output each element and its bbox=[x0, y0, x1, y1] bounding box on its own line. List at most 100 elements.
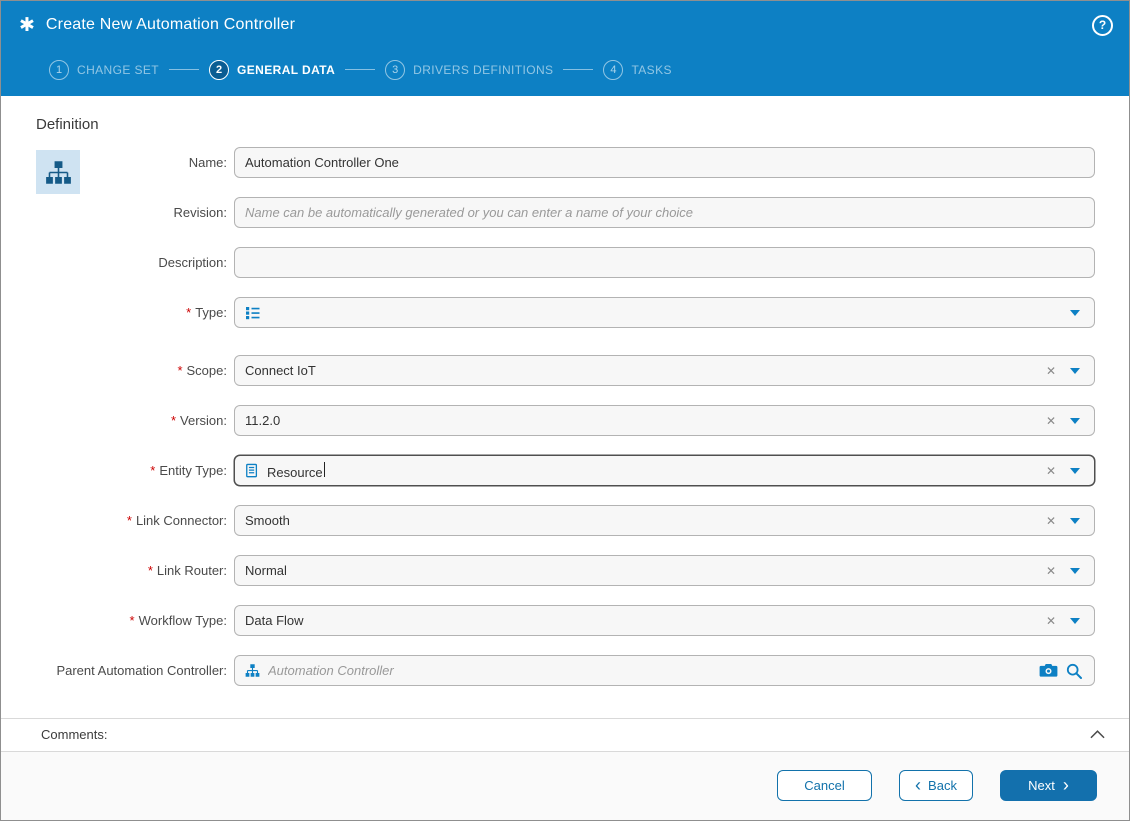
clear-icon[interactable]: ✕ bbox=[1040, 514, 1062, 528]
clear-icon[interactable]: ✕ bbox=[1040, 364, 1062, 378]
chevron-down-icon[interactable] bbox=[1070, 568, 1080, 574]
cancel-button[interactable]: Cancel bbox=[777, 770, 872, 801]
chevron-down-icon[interactable] bbox=[1070, 368, 1080, 374]
automation-controller-icon bbox=[36, 150, 80, 194]
required-marker: * bbox=[148, 563, 153, 578]
workflow-type-label: *Workflow Type: bbox=[36, 613, 227, 628]
general-data-panel: Definition Name: Revision: bbox=[1, 96, 1129, 718]
list-icon bbox=[245, 305, 261, 321]
chevron-down-icon[interactable] bbox=[1070, 618, 1080, 624]
chevron-down-icon[interactable] bbox=[1070, 468, 1080, 474]
clear-icon[interactable]: ✕ bbox=[1040, 464, 1062, 478]
step-connector bbox=[563, 69, 593, 70]
chevron-down-icon[interactable] bbox=[1070, 518, 1080, 524]
next-button[interactable]: Next › bbox=[1000, 770, 1097, 801]
link-connector-combobox[interactable]: Smooth ✕ bbox=[234, 505, 1095, 536]
form-row-workflow-type: *Workflow Type: Data Flow ✕ bbox=[36, 605, 1095, 636]
definition-form: Name: Revision: Description: *Type: bbox=[36, 147, 1095, 686]
required-marker: * bbox=[130, 613, 135, 628]
description-input[interactable] bbox=[234, 247, 1095, 278]
parent-automation-controller-label: Parent Automation Controller: bbox=[36, 663, 227, 678]
comments-header[interactable]: Comments: bbox=[1, 718, 1129, 752]
step-connector bbox=[345, 69, 375, 70]
back-button[interactable]: ‹ Back bbox=[899, 770, 973, 801]
form-row-type: *Type: bbox=[36, 297, 1095, 328]
page-title: Create New Automation Controller bbox=[46, 16, 1092, 34]
link-router-value: Normal bbox=[245, 563, 1032, 578]
link-connector-label: *Link Connector: bbox=[36, 513, 227, 528]
clear-icon[interactable]: ✕ bbox=[1040, 564, 1062, 578]
document-icon bbox=[245, 463, 259, 479]
form-row-entity-type: *Entity Type: Resource ✕ bbox=[36, 455, 1095, 486]
wizard-steps: 1 CHANGE SET 2 GENERAL DATA 3 DRIVERS DE… bbox=[1, 49, 1129, 96]
clear-icon[interactable]: ✕ bbox=[1040, 614, 1062, 628]
camera-icon[interactable] bbox=[1039, 663, 1058, 678]
revision-label: Revision: bbox=[36, 205, 227, 220]
form-row-link-router: *Link Router: Normal ✕ bbox=[36, 555, 1095, 586]
required-marker: * bbox=[171, 413, 176, 428]
text-cursor bbox=[324, 462, 325, 477]
form-row-revision: Revision: bbox=[36, 197, 1095, 228]
form-row-link-connector: *Link Connector: Smooth ✕ bbox=[36, 505, 1095, 536]
description-label: Description: bbox=[36, 255, 227, 270]
comments-label: Comments: bbox=[41, 727, 1090, 742]
step-connector bbox=[169, 69, 199, 70]
name-input[interactable] bbox=[234, 147, 1095, 178]
workflow-type-combobox[interactable]: Data Flow ✕ bbox=[234, 605, 1095, 636]
section-title: Definition bbox=[36, 116, 1095, 133]
type-label: *Type: bbox=[36, 305, 227, 320]
scope-value: Connect IoT bbox=[245, 363, 1032, 378]
step-drivers-definitions[interactable]: 3 DRIVERS DEFINITIONS bbox=[385, 60, 553, 80]
footer-bar: Cancel ‹ Back Next › bbox=[1, 752, 1129, 821]
version-combobox[interactable]: 11.2.0 ✕ bbox=[234, 405, 1095, 436]
scope-combobox[interactable]: Connect IoT ✕ bbox=[234, 355, 1095, 386]
search-icon[interactable] bbox=[1066, 663, 1082, 679]
next-button-label: Next bbox=[1028, 778, 1055, 793]
form-row-version: *Version: 11.2.0 ✕ bbox=[36, 405, 1095, 436]
step-number: 1 bbox=[49, 60, 69, 80]
required-marker: * bbox=[177, 363, 182, 378]
back-button-label: Back bbox=[928, 778, 957, 793]
sitemap-icon bbox=[245, 663, 260, 678]
version-value: 11.2.0 bbox=[245, 413, 1032, 428]
step-number: 4 bbox=[603, 60, 623, 80]
create-automation-controller-window: ✱ Create New Automation Controller ? 1 C… bbox=[0, 0, 1130, 821]
chevron-right-icon: › bbox=[1063, 776, 1069, 794]
step-label: TASKS bbox=[631, 63, 671, 77]
scope-label: *Scope: bbox=[36, 363, 227, 378]
asterisk-icon: ✱ bbox=[19, 16, 35, 35]
step-label: DRIVERS DEFINITIONS bbox=[413, 63, 553, 77]
workflow-type-value: Data Flow bbox=[245, 613, 1032, 628]
sitemap-icon bbox=[45, 159, 72, 186]
chevron-down-icon[interactable] bbox=[1070, 310, 1080, 316]
step-number: 2 bbox=[209, 60, 229, 80]
link-router-label: *Link Router: bbox=[36, 563, 227, 578]
chevron-left-icon: ‹ bbox=[915, 776, 921, 794]
chevron-up-icon[interactable] bbox=[1090, 730, 1105, 739]
step-change-set[interactable]: 1 CHANGE SET bbox=[49, 60, 159, 80]
version-label: *Version: bbox=[36, 413, 227, 428]
entity-type-value: Resource bbox=[267, 462, 325, 480]
help-icon[interactable]: ? bbox=[1092, 15, 1113, 36]
link-connector-value: Smooth bbox=[245, 513, 1032, 528]
form-row-scope: *Scope: Connect IoT ✕ bbox=[36, 355, 1095, 386]
step-number: 3 bbox=[385, 60, 405, 80]
step-general-data[interactable]: 2 GENERAL DATA bbox=[209, 60, 335, 80]
entity-type-combobox[interactable]: Resource ✕ bbox=[234, 455, 1095, 486]
required-marker: * bbox=[150, 463, 155, 478]
required-marker: * bbox=[186, 305, 191, 320]
form-row-parent-automation-controller: Parent Automation Controller: bbox=[36, 655, 1095, 686]
form-row-name: Name: bbox=[36, 147, 1095, 178]
clear-icon[interactable]: ✕ bbox=[1040, 414, 1062, 428]
link-router-combobox[interactable]: Normal ✕ bbox=[234, 555, 1095, 586]
form-row-description: Description: bbox=[36, 247, 1095, 278]
parent-automation-controller-input[interactable] bbox=[268, 657, 1031, 684]
header-bar: ✱ Create New Automation Controller ? bbox=[1, 1, 1129, 49]
chevron-down-icon[interactable] bbox=[1070, 418, 1080, 424]
revision-input[interactable] bbox=[234, 197, 1095, 228]
entity-type-label: *Entity Type: bbox=[36, 463, 227, 478]
parent-automation-controller-picker[interactable] bbox=[234, 655, 1095, 686]
step-label: CHANGE SET bbox=[77, 63, 159, 77]
step-tasks[interactable]: 4 TASKS bbox=[603, 60, 671, 80]
type-combobox[interactable] bbox=[234, 297, 1095, 328]
